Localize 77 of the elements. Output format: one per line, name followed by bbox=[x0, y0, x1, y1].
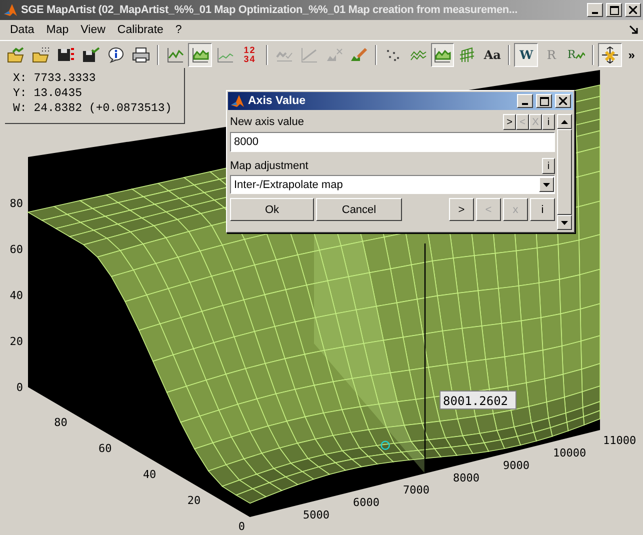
toolbar-button[interactable]: W bbox=[514, 42, 538, 66]
ok-button[interactable]: Ok bbox=[230, 198, 314, 221]
small-button[interactable]: i bbox=[542, 114, 555, 130]
readout-text: W: 24.8382 (+0.0873513) bbox=[13, 101, 173, 116]
menu-item[interactable]: Calibrate bbox=[111, 24, 170, 36]
minimize-button[interactable] bbox=[587, 3, 603, 17]
dialog-logo-icon bbox=[230, 94, 245, 108]
window-title: SGE MapArtist (02_MapArtist_%%_01 Map Optimization_%%_01 Map creation from measuremen... bbox=[21, 4, 518, 16]
caret-icon bbox=[543, 182, 550, 186]
axis-tick-label: 11000 bbox=[603, 434, 636, 447]
info-icon bbox=[106, 46, 125, 62]
scroll-down-icon bbox=[561, 220, 568, 224]
toolbar-button[interactable]: Aa bbox=[480, 42, 504, 66]
axis-tick-label: 10000 bbox=[553, 446, 586, 460]
toolbar-overflow-button[interactable]: » bbox=[624, 48, 639, 62]
trend-chart-icon bbox=[300, 46, 318, 62]
axis-tick-label: 0 bbox=[16, 381, 23, 394]
axis-tick-label: 40 bbox=[10, 289, 23, 302]
axis-tick-label: 80 bbox=[54, 416, 68, 429]
small-button[interactable]: > bbox=[503, 114, 516, 130]
axis-value-input[interactable]: 8000 bbox=[230, 132, 555, 152]
axis-tick-label: 20 bbox=[187, 494, 201, 507]
menu-item[interactable]: Data bbox=[4, 24, 40, 36]
dock-arrow-icon[interactable] bbox=[629, 25, 639, 35]
axis-tick-label: 60 bbox=[10, 243, 23, 256]
close-icon bbox=[629, 6, 637, 14]
maximize-icon bbox=[610, 6, 618, 14]
maximize-icon bbox=[540, 96, 548, 106]
field-label: New axis value bbox=[230, 116, 305, 128]
readout-text: X: 7733.3333 bbox=[13, 71, 97, 86]
axis-tick-label: 20 bbox=[10, 335, 23, 348]
menu-item[interactable]: View bbox=[74, 24, 112, 36]
axis-tick-label: 9000 bbox=[503, 458, 530, 472]
chart-cross-icon bbox=[324, 46, 343, 62]
axis-tick-label: 0 bbox=[238, 520, 245, 533]
toolbar-button[interactable]: 1234 bbox=[238, 42, 262, 66]
pencil-chart-icon bbox=[350, 46, 368, 62]
waterfall-chart-icon bbox=[458, 46, 476, 62]
close-icon bbox=[559, 97, 567, 105]
map-adjustment-dropdown[interactable]: Inter-/Extrapolate map bbox=[230, 175, 555, 194]
dialog-title: Axis Value bbox=[248, 95, 307, 107]
menu-item[interactable]: ? bbox=[169, 24, 188, 36]
field-label: Map adjustment bbox=[230, 160, 310, 172]
minimize-button[interactable] bbox=[517, 94, 533, 108]
axis-tick-label: 8000 bbox=[453, 471, 480, 484]
printer-icon bbox=[132, 46, 150, 62]
axis-tick-label: 60 bbox=[98, 442, 112, 455]
cancel-button[interactable]: Cancel bbox=[316, 198, 402, 221]
floppy-disk-icon bbox=[56, 46, 75, 62]
info-button[interactable]: i bbox=[542, 158, 555, 174]
maximize-button[interactable] bbox=[606, 3, 622, 17]
toolbar-button[interactable]: R bbox=[564, 42, 588, 66]
scrollbar[interactable] bbox=[557, 114, 572, 230]
menu-item[interactable]: Map bbox=[40, 24, 75, 36]
value-tooltip: 8001.2602 bbox=[440, 390, 516, 410]
area-chart-icon bbox=[190, 46, 209, 62]
cursor-tool-icon bbox=[601, 46, 620, 64]
nav-button[interactable]: > bbox=[449, 198, 474, 221]
line-chart-icon bbox=[216, 46, 234, 62]
cursor-marker bbox=[380, 440, 390, 450]
axis-tick-label: 40 bbox=[142, 468, 156, 481]
app-logo-icon bbox=[3, 2, 18, 18]
area-chart-icon bbox=[433, 46, 452, 62]
close-button[interactable] bbox=[625, 3, 641, 17]
axis-tick-label: 5000 bbox=[303, 508, 330, 522]
axis-tick-label: 6000 bbox=[353, 496, 380, 510]
folder-icon bbox=[32, 46, 50, 62]
toolbar-button[interactable] bbox=[598, 42, 622, 66]
axis-tick-label: 80 bbox=[10, 197, 23, 210]
floppy-disk-icon bbox=[82, 46, 100, 62]
maximize-button[interactable] bbox=[536, 94, 552, 108]
axis-tick-label: 7000 bbox=[403, 484, 430, 497]
folder-icon bbox=[6, 46, 25, 62]
close-button[interactable] bbox=[555, 94, 571, 108]
readout-text: Y: 13.0435 bbox=[13, 86, 84, 101]
nav-button[interactable]: i bbox=[530, 198, 555, 221]
line-chart-icon bbox=[166, 46, 184, 62]
